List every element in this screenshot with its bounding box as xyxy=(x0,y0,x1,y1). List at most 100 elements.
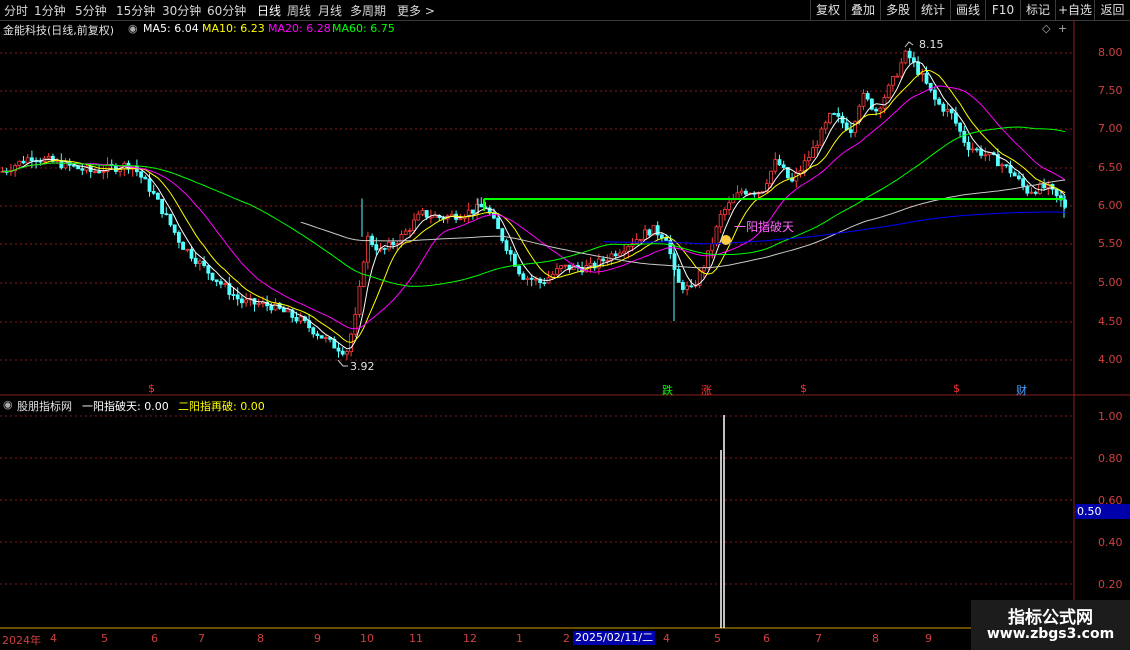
price-tick: 4.00 xyxy=(1098,353,1123,366)
candle-body xyxy=(534,278,538,281)
candle-body xyxy=(954,112,958,124)
event-marker-finance[interactable]: 财 xyxy=(1016,382,1027,398)
indicator-legend-2: 二阳指再破: 0.00 xyxy=(178,400,265,413)
watermark-title: 指标公式网 xyxy=(1008,608,1093,628)
candle-body xyxy=(382,248,387,250)
candle-body xyxy=(735,192,740,199)
event-marker[interactable]: $ xyxy=(800,382,807,395)
candle-body xyxy=(1054,188,1059,197)
candle-body xyxy=(176,232,181,243)
candle-body xyxy=(1025,185,1030,194)
date-tick: 9 xyxy=(925,632,932,645)
candle-body xyxy=(189,248,194,259)
candle-body xyxy=(508,250,513,255)
candle-body xyxy=(353,314,358,335)
candle-body xyxy=(676,269,681,283)
candle-body xyxy=(634,239,639,245)
candle-body xyxy=(319,335,324,339)
signal-spike xyxy=(720,415,725,628)
candle-body xyxy=(496,217,501,230)
candle-body xyxy=(500,228,505,242)
candle-body xyxy=(1029,191,1034,194)
indicator-legend-1: 一阳指破天: 0.00 xyxy=(82,400,169,413)
candle-body xyxy=(777,159,782,166)
candle-body xyxy=(63,161,68,169)
candle-body xyxy=(1008,164,1013,174)
candle-body xyxy=(622,250,626,254)
candle-body xyxy=(886,84,891,98)
event-marker[interactable]: $ xyxy=(953,382,960,395)
candle-body xyxy=(1021,178,1025,187)
candle-body xyxy=(1038,183,1042,194)
candle-body xyxy=(139,171,144,178)
price-tick: 4.50 xyxy=(1098,315,1123,328)
candle-body xyxy=(340,350,345,355)
event-marker[interactable]: $ xyxy=(148,382,155,395)
candle-body xyxy=(689,285,694,288)
candle-body xyxy=(1012,172,1017,177)
candle-body xyxy=(823,122,828,130)
date-tick: 8 xyxy=(257,632,264,645)
candle-body xyxy=(151,190,156,194)
candle-body xyxy=(391,241,396,246)
candle-body xyxy=(781,164,786,168)
candle-body xyxy=(983,154,988,157)
date-tick: 1 xyxy=(516,632,523,645)
candle-body xyxy=(903,50,908,64)
candle-body xyxy=(987,152,992,156)
candle-body xyxy=(836,113,841,117)
candle-body xyxy=(17,160,22,167)
date-tick: 2024年 xyxy=(2,634,41,647)
candle-body xyxy=(72,164,76,167)
candle-body xyxy=(643,229,647,240)
candle-body xyxy=(727,202,731,210)
candle-body xyxy=(256,303,261,306)
candle-body xyxy=(559,265,563,269)
candle-body xyxy=(899,62,904,77)
candle-body xyxy=(185,248,190,251)
candle-body xyxy=(819,128,824,146)
candle-body xyxy=(218,281,223,285)
candle-body xyxy=(744,190,748,195)
event-marker-rise[interactable]: 涨 xyxy=(701,382,712,398)
date-tick: 5 xyxy=(101,632,108,645)
collapse-icon[interactable]: ◉ xyxy=(3,398,13,411)
candle-body xyxy=(1004,164,1009,167)
candle-body xyxy=(1017,175,1021,180)
candle-body xyxy=(93,171,97,173)
candle-body xyxy=(563,264,568,267)
candle-body xyxy=(681,281,685,290)
candle-body xyxy=(155,192,160,200)
high-price-label: 8.15 xyxy=(919,38,944,51)
candle-body xyxy=(143,176,148,180)
candle-body xyxy=(739,190,744,194)
candle-body xyxy=(815,144,820,149)
candle-body xyxy=(639,238,643,241)
candle-body xyxy=(895,75,899,78)
candle-body xyxy=(802,160,807,172)
candle-body xyxy=(626,245,631,252)
date-tick: 12 xyxy=(463,632,477,645)
event-marker-fall[interactable]: 跌 xyxy=(662,382,673,398)
candle-body xyxy=(239,298,244,304)
candle-body xyxy=(479,203,484,208)
candle-body xyxy=(807,157,811,162)
candle-body xyxy=(865,93,870,100)
candle-body xyxy=(403,230,408,236)
candle-body xyxy=(933,89,937,100)
candle-body xyxy=(59,160,64,169)
candle-body xyxy=(924,73,929,84)
candle-body xyxy=(970,148,975,151)
candle-body xyxy=(517,265,521,275)
candle-body xyxy=(718,214,723,228)
candle-body xyxy=(298,316,303,322)
candle-body xyxy=(260,301,265,305)
date-tick: 7 xyxy=(815,632,822,645)
indicator-tick: 0.20 xyxy=(1098,578,1123,591)
candle-body xyxy=(949,108,954,114)
candle-body xyxy=(723,208,727,215)
candle-body xyxy=(164,213,169,216)
candle-body xyxy=(223,283,228,285)
candle-body xyxy=(1033,191,1038,194)
kline-chart[interactable] xyxy=(0,0,1130,650)
